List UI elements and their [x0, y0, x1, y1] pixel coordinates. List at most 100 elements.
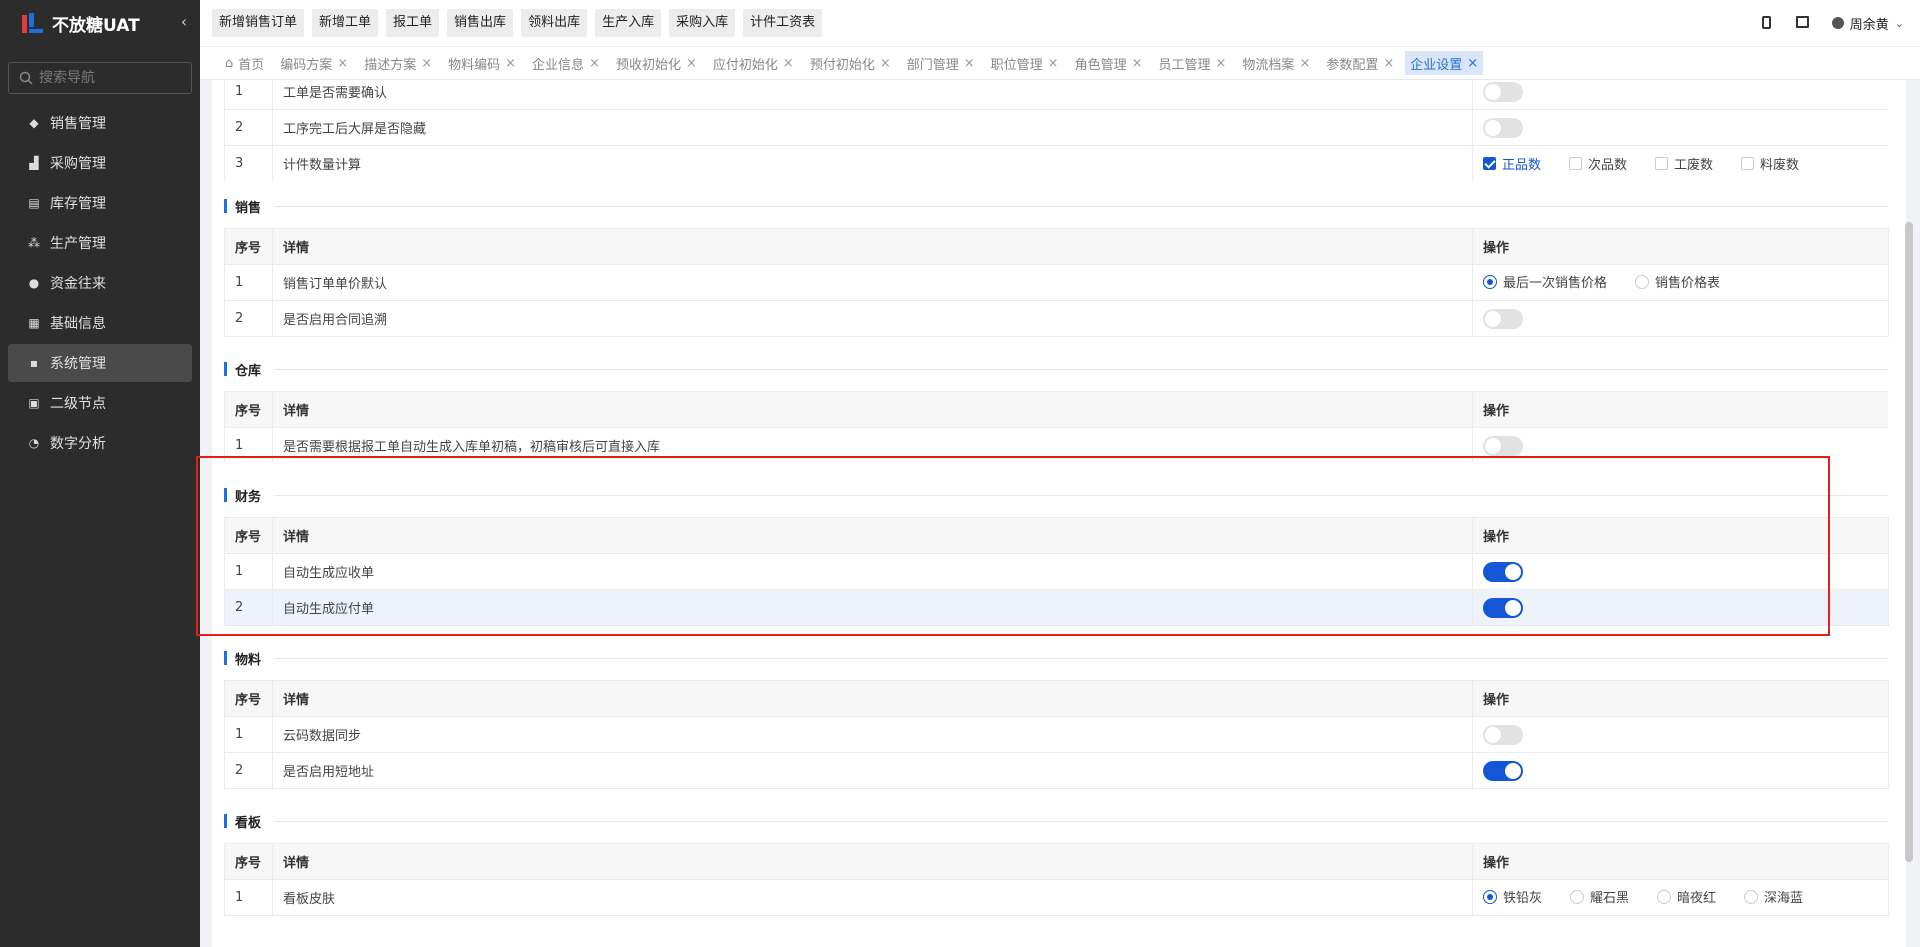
- sidebar-item-2[interactable]: ▤ 库存管理: [8, 184, 192, 222]
- radio-button[interactable]: [1483, 274, 1497, 289]
- tab-item[interactable]: 物流档案 ×: [1237, 51, 1315, 75]
- close-icon[interactable]: ×: [505, 56, 516, 71]
- sidebar-item-5[interactable]: ▦ 基础信息: [8, 304, 192, 342]
- quick-action-button[interactable]: 采购入库: [669, 9, 736, 37]
- radio-option[interactable]: 最后一次销售价格: [1483, 272, 1607, 291]
- tab-item[interactable]: 员工管理 ×: [1154, 51, 1232, 75]
- sidebar-item-6[interactable]: ▪ 系统管理: [8, 344, 192, 382]
- sidebar-item-3[interactable]: ⁂ 生产管理: [8, 224, 192, 262]
- radio-button[interactable]: [1657, 889, 1672, 904]
- toggle-switch[interactable]: [1483, 117, 1523, 138]
- close-icon[interactable]: ×: [589, 56, 600, 71]
- tab-item[interactable]: 描述方案 ×: [359, 51, 437, 75]
- quick-action-button[interactable]: 报工单: [386, 9, 440, 37]
- close-icon[interactable]: ×: [783, 56, 794, 71]
- tab-item[interactable]: 编码方案 ×: [275, 51, 353, 75]
- radio-option[interactable]: 铁铅灰: [1483, 887, 1542, 906]
- sidebar-item-7[interactable]: ▣ 二级节点: [8, 384, 192, 422]
- close-icon[interactable]: ×: [1467, 56, 1478, 71]
- close-icon[interactable]: ×: [964, 56, 975, 71]
- close-icon[interactable]: ×: [337, 56, 348, 71]
- quick-action-button[interactable]: 领料出库: [521, 9, 588, 37]
- content-scrollbar[interactable]: [1905, 80, 1913, 940]
- checkbox-option[interactable]: 次品数: [1569, 154, 1627, 173]
- checkbox-option[interactable]: 工废数: [1655, 154, 1713, 173]
- quick-action-button[interactable]: 新增销售订单: [212, 9, 305, 37]
- row-detail: 自动生成应付单: [272, 589, 1473, 626]
- checkbox[interactable]: [1569, 156, 1583, 170]
- tab-item[interactable]: 企业信息 ×: [527, 51, 605, 75]
- checkbox-option[interactable]: 正品数: [1483, 154, 1541, 173]
- mobile-icon[interactable]: [1760, 16, 1774, 30]
- row-detail: 是否需要根据报工单自动生成入库单初稿，初稿审核后可直接入库: [272, 427, 1473, 462]
- nav-search-input[interactable]: [39, 70, 179, 86]
- tab-label: 员工管理: [1158, 57, 1211, 73]
- checkbox-option[interactable]: 料废数: [1741, 154, 1799, 173]
- radio-button[interactable]: [1483, 889, 1497, 904]
- toggle-switch[interactable]: [1483, 81, 1523, 102]
- radio-option[interactable]: 深海蓝: [1744, 887, 1803, 906]
- toggle-switch[interactable]: [1483, 435, 1523, 456]
- sidebar-item-1[interactable]: ▟ 采购管理: [8, 144, 192, 182]
- tab-item[interactable]: 预付初始化 ×: [805, 51, 896, 75]
- radio-button[interactable]: [1570, 889, 1585, 904]
- checkbox[interactable]: [1655, 156, 1669, 170]
- tab-item[interactable]: 企业设置 ×: [1405, 51, 1484, 75]
- tab-item[interactable]: 职位管理 ×: [986, 51, 1064, 75]
- close-icon[interactable]: ×: [1383, 56, 1394, 71]
- sidebar-item-0[interactable]: ◆ 销售管理: [8, 104, 192, 142]
- radio-option[interactable]: 销售价格表: [1635, 272, 1720, 291]
- table-row: 2 是否启用合同追溯: [224, 300, 1889, 337]
- tab-item[interactable]: 部门管理 ×: [902, 51, 980, 75]
- row-action: [1472, 427, 1888, 462]
- dashboard-icon[interactable]: [1795, 16, 1810, 30]
- tab-item[interactable]: 参数配置 ×: [1321, 51, 1399, 75]
- tab-item[interactable]: 预收初始化 ×: [611, 51, 702, 75]
- checkbox[interactable]: [1483, 156, 1496, 170]
- toggle-switch[interactable]: [1483, 308, 1523, 329]
- quick-action-button[interactable]: 销售出库: [447, 9, 514, 37]
- checkbox[interactable]: [1741, 156, 1755, 170]
- toggle-switch[interactable]: [1483, 724, 1523, 745]
- radio-button[interactable]: [1744, 889, 1759, 904]
- quick-action-button[interactable]: 新增工单: [312, 9, 379, 37]
- close-icon[interactable]: ×: [421, 56, 432, 71]
- section-finance: 财务 序号 详情 操作 1 自动生成应收单 2 自动生成应付单: [224, 483, 1889, 626]
- toggle-switch[interactable]: [1483, 561, 1523, 582]
- row-action: [1472, 716, 1889, 753]
- close-icon[interactable]: ×: [1132, 56, 1143, 71]
- radio-option[interactable]: 暗夜红: [1657, 887, 1716, 906]
- quick-action-button[interactable]: 生产入库: [595, 9, 662, 37]
- quick-action-button[interactable]: 计件工资表: [743, 9, 823, 37]
- radio-button[interactable]: [1635, 274, 1650, 289]
- radio-label: 最后一次销售价格: [1503, 276, 1608, 292]
- table-row: 2 工序完工后大屏是否隐藏: [224, 109, 1888, 146]
- table-header-row: 序号 详情 操作: [224, 391, 1888, 428]
- user-icon: [1831, 17, 1844, 29]
- tab-item[interactable]: 角色管理 ×: [1070, 51, 1148, 75]
- radio-option[interactable]: 耀石黑: [1570, 887, 1629, 906]
- sidebar-item-4[interactable]: ● 资金往来: [8, 264, 192, 302]
- user-menu[interactable]: 周余黄 ⌄: [1831, 14, 1904, 33]
- close-icon[interactable]: ×: [686, 56, 697, 71]
- tab-label: 编码方案: [280, 57, 333, 73]
- row-action: [1472, 109, 1888, 146]
- quick-actions: 新增销售订单 新增工单 报工单 销售出库 领料出库 生产入库 采购入库 计件工资表: [212, 9, 830, 37]
- settings-panel: 1 工单是否需要确认 2 工序完工后大屏是否隐藏 3 计件数量计算 正品数 次品数 工废数 料废数…: [212, 80, 1906, 947]
- tab-label: 预收初始化: [615, 57, 681, 73]
- row-action: [1472, 553, 1889, 590]
- close-icon[interactable]: ×: [880, 56, 891, 71]
- sidebar-item-8[interactable]: ◔ 数字分析: [8, 424, 192, 462]
- section-sales: 销售 序号 详情 操作 1 销售订单单价默认 最后一次销售价格 销售价格表 2 是否启用合同追…: [224, 194, 1889, 337]
- tab-item[interactable]: 应付初始化 ×: [708, 51, 799, 75]
- close-icon[interactable]: ×: [1216, 56, 1227, 71]
- checkbox-label: 料废数: [1760, 157, 1800, 173]
- close-icon[interactable]: ×: [1299, 56, 1310, 71]
- toggle-switch[interactable]: [1483, 760, 1523, 781]
- collapse-sidebar-icon[interactable]: ‹: [174, 12, 194, 32]
- tab-label: 物料编码: [448, 57, 501, 73]
- close-icon[interactable]: ×: [1048, 56, 1059, 71]
- toggle-switch[interactable]: [1483, 597, 1523, 618]
- tab-item[interactable]: 物料编码 ×: [443, 51, 521, 75]
- tab-home[interactable]: ⌂ 首页: [220, 51, 269, 75]
